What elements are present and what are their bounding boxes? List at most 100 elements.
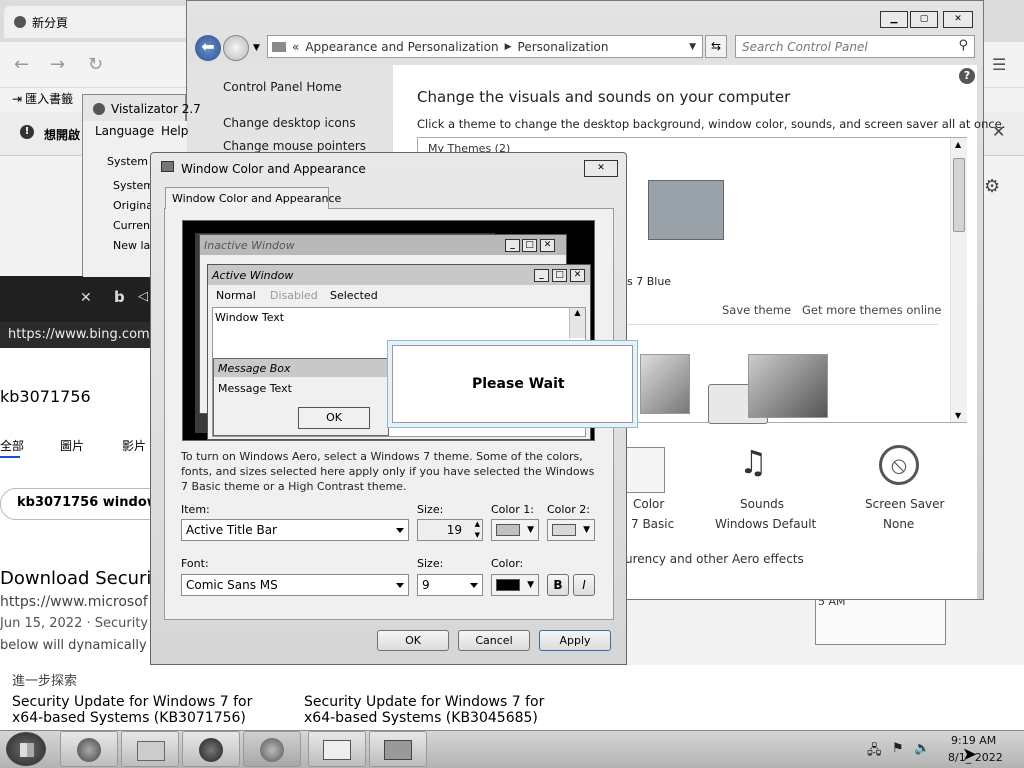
search-input[interactable]: Search Control Panel ⚲	[735, 35, 975, 58]
windows-logo-icon	[20, 743, 34, 757]
breadcrumb-item[interactable]: Appearance and Personalization	[305, 40, 498, 54]
tab-all[interactable]: 全部	[0, 437, 24, 454]
preview-menu-selected: Selected	[330, 289, 378, 302]
speaker-icon[interactable]: ◁	[138, 289, 148, 304]
related-pill[interactable]: kb3071756 windows	[0, 488, 170, 520]
result-date: Jun 15, 2022 · Security U	[0, 616, 152, 631]
network-icon[interactable]: 🖧	[867, 741, 882, 763]
import-icon: ⇥	[12, 91, 23, 106]
refresh-button[interactable]: ⇆	[705, 35, 727, 58]
close-icon[interactable]: ✕	[80, 290, 92, 306]
theme-stack-3[interactable]	[748, 354, 828, 418]
taskbar-vistalizator[interactable]	[369, 731, 427, 767]
tab-images[interactable]: 圖片	[60, 437, 84, 454]
breadcrumb[interactable]: « Appearance and Personalization ▶ Perso…	[267, 35, 703, 58]
color1-picker[interactable]: ▼	[491, 519, 539, 541]
font-select[interactable]: Comic Sans MS	[181, 574, 409, 596]
page-heading: Change the visuals and sounds on your co…	[417, 88, 791, 106]
taskbar-explorer[interactable]	[121, 731, 179, 767]
window-color-label: Color	[633, 497, 665, 511]
help-icon[interactable]: ?	[959, 68, 975, 84]
stepper-down-icon[interactable]: ▼	[475, 531, 480, 539]
save-theme-link[interactable]: Save theme	[722, 303, 791, 317]
font-label: Font:	[181, 557, 209, 570]
forward-button[interactable]	[223, 35, 249, 61]
preview-menu-normal: Normal	[216, 289, 256, 302]
bold-button[interactable]: B	[547, 574, 569, 596]
sidebar-item-home[interactable]: Control Panel Home	[223, 80, 342, 94]
sounds-item[interactable]: ♫ Sounds Windows Default	[707, 443, 817, 533]
settings-gear-icon[interactable]: ⚙	[984, 176, 1000, 197]
taskbar-firefox[interactable]	[243, 731, 301, 767]
sidebar-item-desktop-icons[interactable]: Change desktop icons	[223, 116, 356, 130]
get-more-themes-link[interactable]: Get more themes online	[802, 303, 941, 317]
start-button[interactable]	[6, 732, 46, 766]
please-wait-text: Please Wait	[472, 376, 565, 392]
cancel-button[interactable]: Cancel	[458, 630, 530, 651]
tab-title: 新分頁	[32, 15, 69, 30]
theme-thumbnail[interactable]	[648, 180, 724, 240]
scroll-down-icon[interactable]: ▼	[955, 411, 961, 420]
font-color-picker[interactable]: ▼	[491, 574, 539, 596]
chevron-down-icon: ▼	[583, 525, 590, 535]
volume-icon[interactable]: 🔈	[914, 741, 930, 756]
back-button[interactable]: ⬅	[195, 35, 221, 61]
font-size-select[interactable]: 9	[417, 574, 483, 596]
tab-videos[interactable]: 影片	[122, 437, 146, 454]
please-wait-dialog: Please Wait	[387, 340, 638, 428]
taskbar-media[interactable]	[182, 731, 240, 767]
theme-stack-1[interactable]	[640, 354, 690, 414]
scroll-thumb[interactable]	[953, 158, 965, 232]
related-link-2[interactable]: Security Update for Windows 7 for x64-ba…	[304, 694, 574, 726]
edge-icon	[77, 738, 101, 762]
item-size-label: Size:	[417, 503, 444, 516]
vertical-scrollbar[interactable]: ▲ ▼	[950, 138, 967, 422]
minimize-button[interactable]: ▁	[880, 11, 908, 28]
scroll-up-icon[interactable]: ▲	[955, 140, 961, 149]
tab-window-color[interactable]: Window Color and Appearance	[165, 187, 341, 209]
taskbar-control-panel[interactable]	[308, 731, 366, 767]
maximize-button[interactable]: ▢	[910, 11, 938, 28]
screen-saver-item[interactable]: ⦸ Screen Saver None	[857, 443, 957, 533]
browser-tab[interactable]: 新分頁	[4, 6, 194, 38]
ok-button[interactable]: OK	[377, 630, 449, 651]
search-icon[interactable]: ⚲	[958, 38, 968, 53]
close-button[interactable]: ✕	[943, 11, 973, 28]
back-arrow-icon[interactable]: ←	[14, 54, 29, 75]
tab-favicon-icon	[14, 16, 26, 28]
color2-swatch	[552, 524, 576, 536]
taskbar-edge[interactable]	[60, 731, 118, 767]
message-text: Message Text	[218, 382, 292, 395]
transparency-link[interactable]: urency and other Aero effects	[625, 552, 804, 566]
related-link-1[interactable]: Security Update for Windows 7 for x64-ba…	[12, 694, 282, 726]
row-original: Origina	[113, 199, 153, 212]
flag-icon[interactable]: ⚑	[892, 741, 904, 756]
menu-help[interactable]: Help	[161, 124, 188, 138]
dialog-close-button[interactable]: ✕	[584, 160, 618, 177]
italic-button[interactable]: I	[573, 574, 595, 596]
import-bookmarks-link[interactable]: ⇥ 匯入書籤	[12, 90, 73, 107]
color2-picker[interactable]: ▼	[547, 519, 595, 541]
help-text: To turn on Windows Aero, select a Window…	[181, 450, 595, 493]
search-query[interactable]: kb3071756	[0, 387, 91, 406]
sidebar-item-mouse-pointers[interactable]: Change mouse pointers	[223, 139, 366, 153]
color2-label: Color 2:	[547, 503, 590, 516]
refresh-icon[interactable]: ↻	[88, 54, 103, 75]
dialog-title: Window Color and Appearance	[181, 162, 366, 176]
page-description: Click a theme to change the desktop back…	[417, 117, 1006, 131]
media-player-icon	[199, 738, 223, 762]
stepper-up-icon[interactable]: ▲	[475, 520, 480, 528]
item-size-stepper[interactable]: 19 ▲ ▼	[417, 519, 483, 541]
address-bar[interactable]: https://www.bing.com/	[0, 322, 160, 348]
item-label: Item:	[181, 503, 210, 516]
history-dropdown-icon[interactable]: ▼	[253, 43, 260, 53]
forward-arrow-icon[interactable]: →	[50, 54, 65, 75]
item-select[interactable]: Active Title Bar	[181, 519, 409, 541]
menu-icon[interactable]: ☰	[992, 55, 1006, 74]
breadcrumb-dropdown-icon[interactable]: ▼	[689, 42, 696, 52]
apply-button[interactable]: Apply	[539, 630, 611, 651]
menu-language[interactable]: Language	[95, 124, 154, 138]
breadcrumb-item[interactable]: Personalization	[518, 40, 609, 54]
result-url[interactable]: https://www.microsof	[0, 594, 152, 610]
result-title[interactable]: Download Securit	[0, 568, 152, 589]
